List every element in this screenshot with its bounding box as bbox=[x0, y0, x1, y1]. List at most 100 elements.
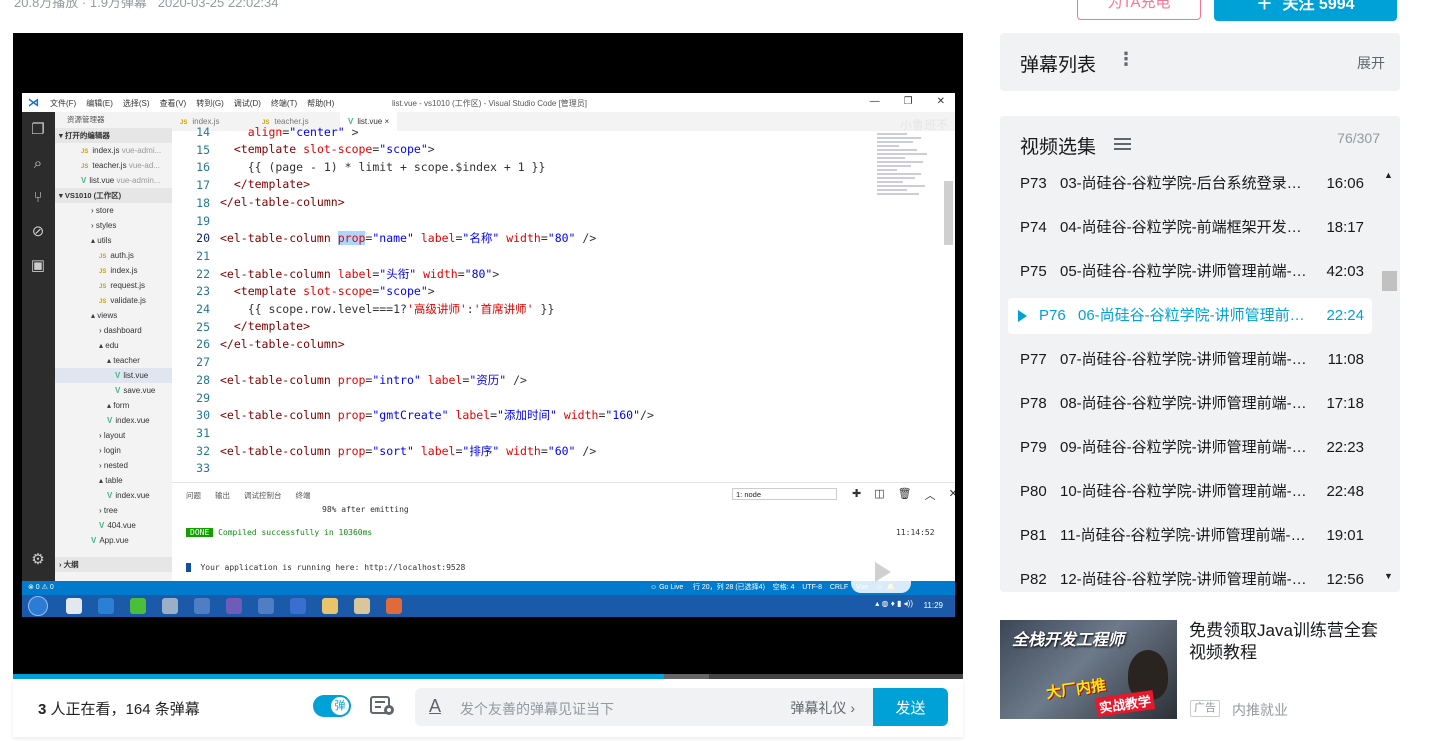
send-button[interactable]: 发送 bbox=[873, 688, 948, 726]
file-tree-item: JS validate.js bbox=[55, 293, 172, 308]
maximize-icon: ❐ bbox=[903, 96, 913, 107]
episode-scrollbar-thumb[interactable] bbox=[1382, 271, 1397, 291]
danmaku-toggle-knob: 弹 bbox=[331, 697, 349, 715]
code-line-16: {{ (page - 1) * limit + scope.$index + 1… bbox=[220, 160, 546, 174]
danmaku-etiquette-link[interactable]: 弹幕礼仪 › bbox=[790, 698, 855, 718]
video-frame-vscode: ⋊ 文件(F) 编辑(E) 选择(S) 查看(V) 转到(G) 调试(D) 终端(T) 帮助(… bbox=[22, 93, 955, 617]
episode-item[interactable]: P74 04-尚硅谷-谷粒学院-前端框架开发过程 18:17 bbox=[1008, 210, 1372, 246]
open-editors-header: ▾ 打开的编辑器 bbox=[55, 128, 172, 143]
open-editor-item: Vlist.vue vue-admin... bbox=[55, 173, 172, 188]
code-line-23: <template slot-scope="scope"> bbox=[233, 284, 435, 298]
line-number: 19 bbox=[196, 213, 210, 228]
list-icon[interactable] bbox=[1114, 138, 1131, 151]
taskbar-app-icon bbox=[162, 598, 178, 614]
panel-tab: 输出 bbox=[215, 491, 230, 500]
danmaku-count: 164 bbox=[125, 701, 151, 718]
file-tree-item: Vlist.vue bbox=[55, 368, 172, 383]
episode-item[interactable]: P73 03-尚硅谷-谷粒学院-后台系统登录改造 16:06 bbox=[1008, 166, 1372, 202]
terminal-line-progress: 98% after emitting bbox=[322, 505, 409, 514]
font-style-icon[interactable]: A bbox=[429, 696, 441, 717]
episode-number: P82 bbox=[1020, 571, 1047, 588]
episode-item[interactable]: P76 06-尚硅谷-谷粒学院-讲师管理前端-讲师列表 22:24 bbox=[1008, 298, 1372, 334]
viewer-label: 人正在看， bbox=[46, 701, 126, 718]
charge-button[interactable]: 为TA充电 bbox=[1077, 0, 1201, 20]
debug-icon: ⊘ bbox=[31, 223, 45, 240]
open-editor-hint: vue-admi... bbox=[121, 146, 162, 155]
file-tree-label: › nested bbox=[99, 461, 128, 470]
compiled-text: Compiled successfully in 10360ms bbox=[218, 528, 373, 537]
video-player[interactable]: ⋊ 文件(F) 编辑(E) 选择(S) 查看(V) 转到(G) 调试(D) 终端(T) 帮助(… bbox=[13, 33, 963, 679]
episode-duration: 42:03 bbox=[1326, 263, 1364, 280]
ad-source: 内推就业 bbox=[1232, 702, 1288, 718]
episode-item[interactable]: P75 05-尚硅谷-谷粒学院-讲师管理前端-讲师列表 42:03 bbox=[1008, 254, 1372, 290]
episode-item[interactable]: P82 12-尚硅谷-谷粒学院-讲师管理前端-讲师列表 12:56 bbox=[1008, 562, 1372, 592]
vue-file-icon: V bbox=[107, 416, 113, 425]
episode-title: 12-尚硅谷-谷粒学院-讲师管理前端-讲师列表 bbox=[1060, 571, 1312, 588]
follow-button[interactable]: ＋ 关注 5994 bbox=[1214, 0, 1397, 21]
danmaku-settings-icon[interactable] bbox=[370, 695, 396, 717]
file-tree-label: auth.js bbox=[110, 251, 134, 260]
line-number: 21 bbox=[196, 248, 210, 263]
episode-title: 04-尚硅谷-谷粒学院-前端框架开发过程 bbox=[1060, 219, 1312, 236]
file-tree-item: Vindex.vue bbox=[55, 413, 172, 428]
episode-number: P80 bbox=[1020, 483, 1047, 500]
open-editor-name: teacher.js bbox=[92, 161, 127, 170]
line-number: 26 bbox=[196, 337, 210, 352]
line-number: 24 bbox=[196, 302, 210, 316]
file-tree-label: 404.vue bbox=[107, 521, 136, 530]
done-badge: DONE bbox=[186, 528, 214, 537]
episode-duration: 11:08 bbox=[1327, 351, 1364, 368]
file-tree-item: Vsave.vue bbox=[55, 383, 172, 398]
window-controls: — ❐ ✕ bbox=[870, 96, 945, 107]
episode-item[interactable]: P81 11-尚硅谷-谷粒学院-讲师管理前端-讲师列表 19:01 bbox=[1008, 518, 1372, 554]
taskbar-app-icon bbox=[66, 598, 82, 614]
vscode-logo-icon: ⋊ bbox=[28, 97, 39, 109]
episode-number: P73 bbox=[1020, 175, 1047, 192]
scroll-up-icon[interactable]: ▲ bbox=[1384, 170, 1393, 180]
episode-number: P81 bbox=[1020, 527, 1047, 544]
file-tree-label: › styles bbox=[91, 221, 117, 230]
episode-count: 76/307 bbox=[1337, 130, 1380, 146]
episode-item[interactable]: P77 07-尚硅谷-谷粒学院-讲师管理前端-讲师列表 11:08 bbox=[1008, 342, 1372, 378]
panel-tabs: 问题 输出 调试控制台 终端 bbox=[186, 490, 311, 501]
file-tree-item: › login bbox=[55, 443, 172, 458]
expand-button[interactable]: 展开 bbox=[1357, 53, 1385, 73]
start-icon bbox=[28, 596, 48, 616]
js-file-icon: JS bbox=[99, 284, 107, 290]
code-line-18: </el-table-column> bbox=[220, 195, 345, 209]
js-file-icon: JS bbox=[81, 164, 89, 170]
scroll-down-icon[interactable]: ▼ bbox=[1384, 571, 1393, 581]
file-tree-label: › dashboard bbox=[99, 326, 142, 335]
terminal-line-running: I Your application is running here: http… bbox=[186, 563, 466, 572]
outline-header: › 大纲 bbox=[55, 557, 172, 572]
episode-title: 03-尚硅谷-谷粒学院-后台系统登录改造 bbox=[1060, 175, 1312, 192]
file-tree-label: ▴ views bbox=[91, 311, 118, 320]
ad-title[interactable]: 免费领取Java训练营全套视频教程 bbox=[1189, 620, 1389, 664]
vue-file-icon: V bbox=[99, 521, 105, 530]
ad-image[interactable]: 全栈开发工程师 大厂内推 实战教学 bbox=[1000, 620, 1177, 719]
episode-item[interactable]: P78 08-尚硅谷-谷粒学院-讲师管理前端-讲师列表 17:18 bbox=[1008, 386, 1372, 422]
episode-duration: 16:06 bbox=[1326, 175, 1364, 192]
vscode-titlebar: ⋊ 文件(F) 编辑(E) 选择(S) 查看(V) 转到(G) 调试(D) 终端(T) 帮助(… bbox=[22, 93, 955, 113]
play-button-icon[interactable] bbox=[848, 537, 914, 597]
terminal-line-compiled: DONE Compiled successfully in 10360ms bbox=[186, 528, 372, 537]
file-tree-label: ▴ table bbox=[99, 476, 123, 485]
episode-duration: 12:56 bbox=[1326, 571, 1364, 588]
danmaku-toggle[interactable]: 弹 bbox=[313, 695, 351, 717]
panel-tab: 调试控制台 bbox=[244, 491, 282, 500]
file-tree-label: list.vue bbox=[123, 371, 149, 380]
file-tree-label: ▴ edu bbox=[99, 341, 119, 350]
danmaku-list-panel[interactable]: 弹幕列表 ⋮ 展开 bbox=[1000, 33, 1400, 91]
open-editor-name: list.vue bbox=[89, 176, 115, 185]
episode-title: 08-尚硅谷-谷粒学院-讲师管理前端-讲师列表 bbox=[1060, 395, 1312, 412]
line-number: 23 bbox=[196, 284, 210, 299]
file-tree-item: › store bbox=[55, 203, 172, 218]
more-icon[interactable]: ⋮ bbox=[1117, 49, 1135, 70]
episode-number: P77 bbox=[1020, 351, 1047, 368]
close-icon: × bbox=[382, 117, 390, 126]
code-line-14: align="center" > bbox=[247, 125, 359, 139]
vscode-menu-item: 查看(V) bbox=[159, 99, 187, 108]
episode-item[interactable]: P80 10-尚硅谷-谷粒学院-讲师管理前端-讲师列表 22:48 bbox=[1008, 474, 1372, 510]
danmaku-input[interactable]: A 发个友善的弹幕见证当下 弹幕礼仪 › bbox=[415, 688, 873, 726]
episode-item[interactable]: P79 09-尚硅谷-谷粒学院-讲师管理前端-讲师列表 22:23 bbox=[1008, 430, 1372, 466]
